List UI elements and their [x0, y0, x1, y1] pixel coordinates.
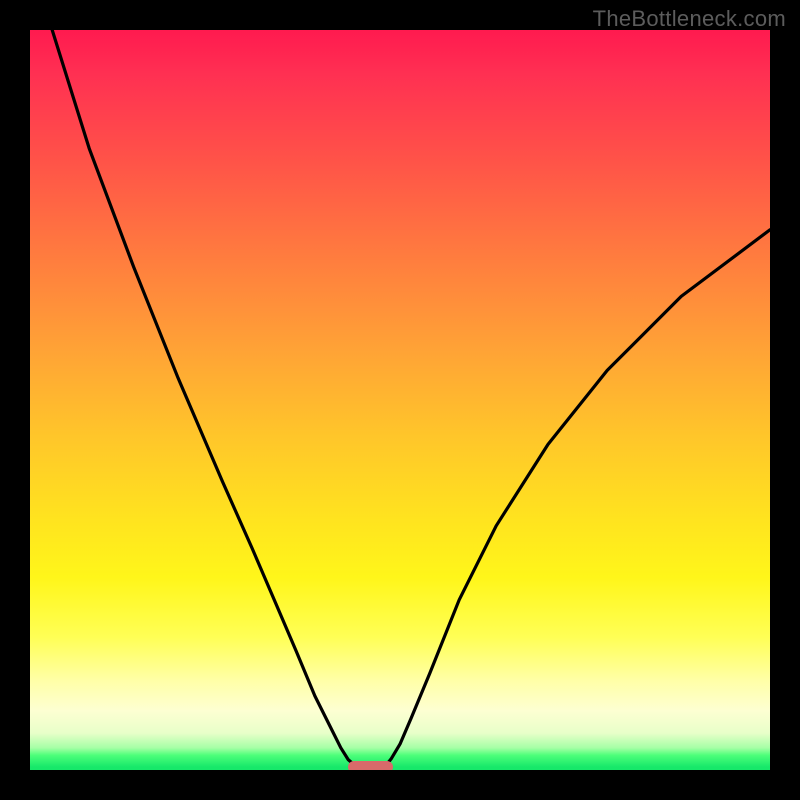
left-branch-curve [52, 30, 361, 769]
watermark-text: TheBottleneck.com [593, 6, 786, 32]
curve-layer [30, 30, 770, 770]
plot-area [30, 30, 770, 770]
chart-stage: TheBottleneck.com [0, 0, 800, 800]
right-branch-curve [382, 230, 771, 769]
minimum-marker [348, 761, 392, 770]
